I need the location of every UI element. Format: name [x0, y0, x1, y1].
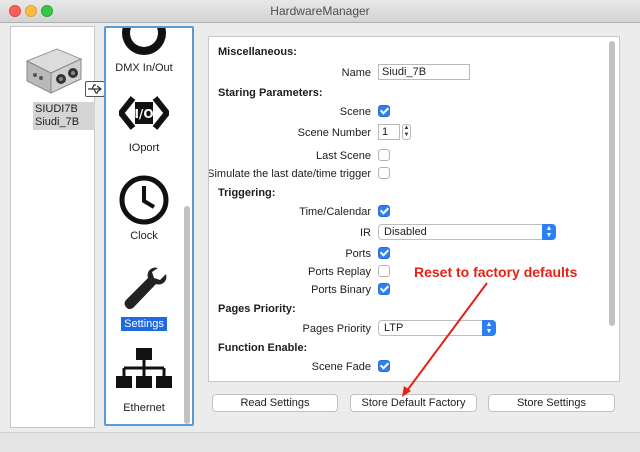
- ports-binary-label: Ports Binary: [311, 284, 371, 296]
- device-model: SIUDI7B: [35, 103, 78, 115]
- ir-row: IR Disabled ▲ ▼: [209, 224, 609, 242]
- name-field[interactable]: Siudi_7B: [378, 64, 470, 80]
- scene-number-control: 1 ▲ ▼: [378, 124, 411, 140]
- scene-number-stepper[interactable]: ▲ ▼: [402, 124, 411, 140]
- ir-label: IR: [360, 227, 371, 239]
- device-name: Siudi_7B: [35, 116, 80, 128]
- pages-priority-row: Pages Priority LTP ▲ ▼: [209, 320, 609, 338]
- last-scene-row: Last Scene: [209, 147, 609, 165]
- ports-binary-checkbox[interactable]: [378, 283, 390, 295]
- simulate-row: Simulate the last date/time trigger: [209, 165, 609, 183]
- time-calendar-label: Time/Calendar: [299, 206, 371, 218]
- scene-number-row: Scene Number 1 ▲ ▼: [209, 124, 609, 142]
- simulate-checkbox[interactable]: [378, 167, 390, 179]
- ir-popup[interactable]: Disabled ▲ ▼: [378, 224, 556, 240]
- category-list: DMX In/Out I/O IOport Clock Settings Eth…: [104, 26, 194, 426]
- category-clock[interactable]: Clock: [106, 174, 182, 243]
- pages-priority-value: LTP: [384, 322, 404, 334]
- scene-row: Scene: [209, 103, 609, 121]
- pages-priority-label: Pages Priority: [302, 323, 371, 335]
- network-icon: [116, 348, 172, 388]
- section-triggering: Triggering:: [218, 187, 276, 199]
- category-ethernet[interactable]: Ethernet: [106, 346, 182, 415]
- ir-value: Disabled: [384, 226, 427, 238]
- ports-replay-checkbox[interactable]: [378, 265, 390, 277]
- chevron-updown-icon: ▲ ▼: [482, 320, 496, 336]
- category-settings[interactable]: Settings: [106, 262, 182, 331]
- category-dmx[interactable]: DMX In/Out: [106, 28, 182, 75]
- device-list: SIUDI7B Siudi_7B: [10, 26, 105, 428]
- section-function-enable: Function Enable:: [218, 342, 308, 354]
- last-scene-label: Last Scene: [315, 150, 371, 162]
- device-name-label: SIUDI7B Siudi_7B: [33, 102, 95, 130]
- category-label: Clock: [130, 230, 158, 242]
- scene-label: Scene: [339, 106, 371, 118]
- window-title: HardwareManager: [270, 4, 370, 18]
- ports-checkbox[interactable]: [378, 247, 390, 259]
- pages-priority-popup[interactable]: LTP ▲ ▼: [378, 320, 496, 336]
- simulate-label: Simulate the last date/time trigger: [208, 168, 371, 180]
- chevron-updown-icon: ▲ ▼: [542, 224, 556, 240]
- wrench-icon: [124, 267, 167, 310]
- category-label: Ethernet: [123, 402, 165, 414]
- ports-row: Ports: [209, 245, 609, 263]
- annotation-text: Reset to factory defaults: [414, 264, 578, 280]
- dmx-icon: [122, 28, 166, 55]
- section-pages-priority: Pages Priority:: [218, 303, 296, 315]
- name-label: Name: [341, 67, 371, 79]
- store-default-factory-button[interactable]: Store Default Factory: [350, 394, 477, 412]
- category-label: IOport: [128, 142, 160, 154]
- scene-checkbox[interactable]: [378, 105, 390, 117]
- ports-label: Ports: [345, 248, 371, 260]
- category-label: Settings: [121, 317, 167, 331]
- scene-fade-checkbox[interactable]: [378, 360, 390, 372]
- time-calendar-checkbox[interactable]: [378, 205, 390, 217]
- read-settings-button[interactable]: Read Settings: [212, 394, 338, 412]
- scene-fade-label: Scene Fade: [311, 361, 371, 373]
- title-bar: HardwareManager: [0, 0, 640, 23]
- device-item[interactable]: SIUDI7B Siudi_7B: [17, 27, 105, 137]
- settings-scrollbar[interactable]: [609, 41, 615, 326]
- settings-panel: Miscellaneous: Name Siudi_7B Staring Par…: [208, 36, 620, 382]
- section-miscellaneous: Miscellaneous:: [218, 46, 297, 58]
- settings-area: Miscellaneous: Name Siudi_7B Staring Par…: [198, 26, 630, 428]
- status-bar: [0, 432, 640, 452]
- section-starting-parameters: Staring Parameters:: [218, 87, 323, 99]
- scene-number-label: Scene Number: [297, 127, 371, 139]
- category-ioport[interactable]: I/O IOport: [106, 88, 182, 155]
- ports-replay-label: Ports Replay: [308, 266, 371, 278]
- scene-number-field[interactable]: 1: [378, 124, 400, 140]
- interface-box-icon: [25, 48, 83, 94]
- name-row: Name Siudi_7B: [209, 64, 609, 82]
- usb-icon: [85, 81, 105, 97]
- store-settings-button[interactable]: Store Settings: [488, 394, 615, 412]
- category-label: DMX In/Out: [115, 62, 173, 74]
- category-scrollbar[interactable]: [184, 206, 190, 424]
- last-scene-checkbox[interactable]: [378, 149, 390, 161]
- io-code-icon: I/O: [117, 96, 171, 130]
- svg-text:I/O: I/O: [134, 107, 153, 121]
- ports-binary-row: Ports Binary: [209, 281, 609, 299]
- time-calendar-row: Time/Calendar: [209, 203, 609, 221]
- clock-icon: [119, 175, 169, 225]
- scene-fade-row: Scene Fade: [209, 358, 609, 376]
